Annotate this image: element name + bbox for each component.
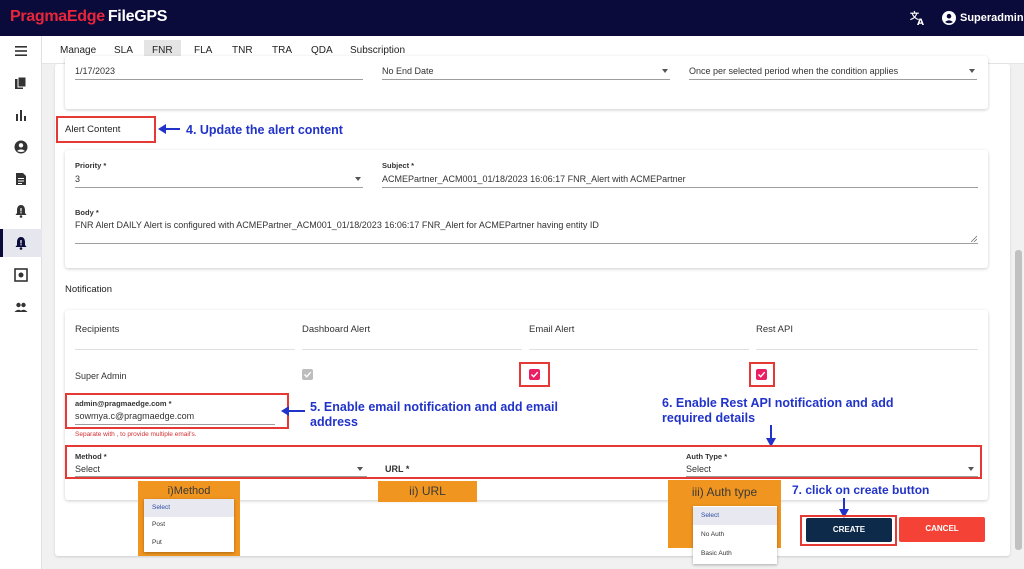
frequency-value[interactable]: Once per selected period when the condit… xyxy=(689,66,898,76)
auth-option-select[interactable]: Select xyxy=(693,507,777,525)
alert-bell-icon[interactable] xyxy=(0,197,42,225)
column-divider xyxy=(756,349,978,350)
url-label[interactable]: URL * xyxy=(385,464,409,474)
auth-option-basic-auth[interactable]: Basic Auth xyxy=(693,545,777,563)
url-callout-label: ii) URL xyxy=(409,484,446,498)
resize-handle-icon[interactable] xyxy=(970,235,977,242)
alert-config-icon[interactable] xyxy=(0,229,42,257)
auth-type-label: Auth Type * xyxy=(686,452,728,461)
body-value[interactable]: FNR Alert DAILY Alert is configured with… xyxy=(75,220,599,230)
brand-name: PragmaEdge xyxy=(10,8,105,25)
method-callout: i)Method Select Post Put xyxy=(138,481,240,556)
users-icon[interactable] xyxy=(0,293,42,321)
chevron-down-icon[interactable] xyxy=(357,467,363,471)
highlight-email-checkbox xyxy=(519,362,550,387)
chevron-down-icon[interactable] xyxy=(662,69,668,73)
dashboard-alert-column: Dashboard Alert xyxy=(302,324,371,335)
method-label: Method * xyxy=(75,452,107,461)
end-date-underline xyxy=(382,79,670,80)
translate-icon[interactable]: 文 A xyxy=(910,10,926,26)
subject-label: Subject * xyxy=(382,161,415,170)
end-date-value[interactable]: No End Date xyxy=(382,66,434,76)
chevron-down-icon[interactable] xyxy=(968,467,974,471)
document-icon[interactable] xyxy=(0,165,42,193)
priority-underline xyxy=(75,187,363,188)
recipients-column: Recipients xyxy=(75,324,120,335)
highlight-alert-content xyxy=(56,116,156,143)
dashboard-alert-checkbox[interactable] xyxy=(302,369,313,380)
step4-annotation: 4. Update the alert content xyxy=(186,123,343,137)
auth-option-no-auth[interactable]: No Auth xyxy=(693,526,777,544)
column-divider xyxy=(529,349,749,350)
method-option-select[interactable]: Select xyxy=(144,499,234,517)
super-admin-label: Super Admin xyxy=(75,371,127,381)
email-alert-column: Email Alert xyxy=(529,324,575,335)
subject-underline xyxy=(382,187,978,188)
auth-dropdown-menu: Select No Auth Basic Auth xyxy=(693,506,777,564)
step5-annotation-line2: address xyxy=(310,415,358,429)
highlight-email-field xyxy=(65,393,289,429)
step6-annotation-line2: required details xyxy=(662,411,756,425)
highlight-rest-fields xyxy=(65,445,982,479)
body-underline xyxy=(75,243,978,244)
subject-value[interactable]: ACMEPartner_ACM001_01/18/2023 16:06:17 F… xyxy=(382,174,686,184)
method-dropdown-menu: Select Post Put xyxy=(144,499,234,552)
arrow-down-icon xyxy=(766,425,776,447)
column-divider xyxy=(75,349,295,350)
chevron-down-icon[interactable] xyxy=(355,177,361,181)
scrollbar-thumb[interactable] xyxy=(1015,250,1022,550)
step7-annotation: 7. click on create button xyxy=(792,483,930,497)
notification-title: Notification xyxy=(65,284,112,295)
rest-api-column: Rest API xyxy=(756,324,793,335)
arrow-left-icon xyxy=(281,406,305,416)
schedule-icon[interactable] xyxy=(0,261,42,289)
user-menu[interactable]: Superadmin xyxy=(942,10,1024,26)
frequency-underline xyxy=(689,79,977,80)
highlight-rest-checkbox xyxy=(749,362,775,387)
method-select[interactable]: Select xyxy=(75,464,100,474)
auth-callout-label: iii) Auth type xyxy=(691,485,758,499)
body-label: Body * xyxy=(75,208,99,217)
method-callout-label: i)Method xyxy=(167,485,211,497)
method-option-put[interactable]: Put xyxy=(144,534,234,552)
method-option-post[interactable]: Post xyxy=(144,516,234,534)
menu-icon[interactable] xyxy=(0,37,42,65)
create-button[interactable]: CREATE xyxy=(806,518,892,542)
url-callout: ii) URL xyxy=(378,481,477,502)
priority-value[interactable]: 3 xyxy=(75,174,80,184)
email-hint: Separate with , to provide multiple emai… xyxy=(75,431,197,438)
account-circle-icon xyxy=(942,11,956,25)
column-divider xyxy=(302,349,522,350)
bar-chart-icon[interactable] xyxy=(0,101,42,129)
cancel-button[interactable]: CANCEL xyxy=(899,517,985,542)
svg-text:A: A xyxy=(917,18,924,26)
method-underline xyxy=(75,476,367,477)
chevron-down-icon[interactable] xyxy=(969,69,975,73)
priority-label: Priority * xyxy=(75,161,107,170)
schedule-section xyxy=(65,56,988,109)
account-icon[interactable] xyxy=(0,133,42,161)
user-name: Superadmin xyxy=(960,12,1024,24)
app-logo[interactable]: PragmaEdge FileGPS xyxy=(10,8,167,26)
start-date-value[interactable]: 1/17/2023 xyxy=(75,66,115,76)
step5-annotation-line1: 5. Enable email notification and add ema… xyxy=(310,400,558,414)
arrow-left-icon xyxy=(158,124,180,134)
sidebar xyxy=(0,36,42,569)
step6-annotation-line1: 6. Enable Rest API notification and add xyxy=(662,396,894,410)
auth-type-select[interactable]: Select xyxy=(686,464,711,474)
app-root: PragmaEdge FileGPS 文 A Superadmin Manage… xyxy=(0,0,1024,569)
top-navbar: PragmaEdge FileGPS 文 A Superadmin xyxy=(0,0,1024,36)
alert-content-section xyxy=(65,150,988,268)
product-name: FileGPS xyxy=(107,8,168,25)
start-date-underline xyxy=(75,79,363,80)
files-icon[interactable] xyxy=(0,69,42,97)
auth-type-underline xyxy=(686,476,978,477)
